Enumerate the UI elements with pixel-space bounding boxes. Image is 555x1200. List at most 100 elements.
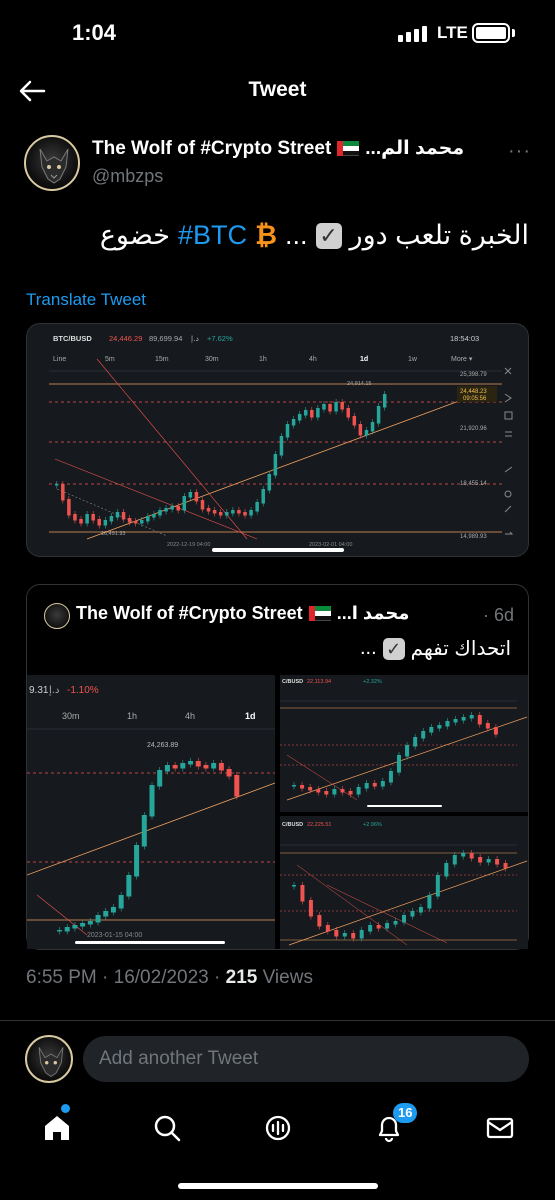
author-name: The Wolf of #Crypto Street: [92, 137, 332, 159]
price-level-2: 24,448.23: [460, 389, 487, 395]
candle: [359, 930, 364, 939]
search-icon[interactable]: [147, 1108, 187, 1148]
candle: [300, 785, 305, 789]
reply-input[interactable]: [83, 1036, 529, 1082]
more-options-icon[interactable]: ···: [508, 140, 531, 163]
candle: [218, 763, 224, 771]
candle: [55, 484, 59, 486]
candle: [188, 761, 194, 765]
tweet-text: الخبرة تلعب دور ✓ ... ₿ #BTC خضوع: [100, 220, 529, 251]
candle: [152, 514, 156, 518]
candle: [218, 512, 223, 516]
candle: [170, 506, 174, 510]
candle: [109, 516, 114, 522]
candle: [72, 925, 78, 929]
candle: [267, 474, 272, 491]
author-name-line[interactable]: The Wolf of #Crypto Street محمد الم...: [92, 137, 502, 160]
price-level-4: 18,455.14: [460, 481, 487, 487]
candle: [316, 789, 321, 793]
q1-currency: د.إ: [49, 685, 59, 696]
candle: [352, 416, 357, 426]
q1-price: 9.31: [29, 685, 49, 696]
chart-date-2: 2023-02-01 04:00: [309, 542, 352, 548]
views-label: Views: [257, 967, 313, 988]
q1-high-label: 24,263.89: [147, 742, 178, 749]
timeframe-3: 30m: [205, 356, 219, 363]
timeframe-5: 4h: [309, 356, 317, 363]
chart-volume: 89,699.94: [149, 334, 182, 343]
current-user-avatar[interactable]: [25, 1035, 73, 1083]
uae-flag-icon: [308, 606, 331, 621]
author-avatar[interactable]: [24, 135, 80, 191]
author-handle[interactable]: @mbzps: [92, 166, 163, 187]
tweet-text-end: خضوع: [99, 220, 170, 250]
quote-text-body: اتحداك تفهم: [410, 638, 511, 660]
candle: [243, 512, 247, 516]
home-notification-dot: [61, 1104, 70, 1113]
candle: [110, 907, 116, 913]
candle: [79, 519, 83, 524]
candle: [332, 789, 337, 795]
tweet-text-start: الخبرة تلعب دور: [349, 220, 529, 250]
quote-image-3[interactable]: C/BUSD 22,225.51 +2.96%: [280, 816, 528, 949]
chart-pair: BTC/BUSD: [53, 334, 92, 343]
chart-clock: 18:54:03: [450, 334, 479, 343]
candle: [418, 907, 423, 913]
quote-time: · 6d: [483, 605, 515, 625]
check-mark-icon: ✓: [382, 637, 405, 660]
quote-image-1[interactable]: 9.31 د.إ -1.10% 30m 1h 4h 1d 24,263.89 2…: [26, 675, 276, 949]
battery-tip: [512, 29, 515, 37]
translate-tweet-link[interactable]: Translate Tweet: [26, 290, 146, 310]
candle: [444, 863, 449, 877]
price-level-5: 14,989.93: [460, 534, 487, 540]
candle: [127, 518, 132, 523]
uae-flag-icon: [337, 141, 360, 156]
q3-change: +2.96%: [363, 822, 382, 828]
spaces-icon[interactable]: [258, 1108, 298, 1148]
candle: [413, 737, 418, 747]
chart-high-label: 24,914.15: [347, 381, 371, 387]
candle: [358, 424, 363, 436]
hashtag-link[interactable]: #BTC: [178, 220, 247, 251]
page-title: Tweet: [248, 78, 307, 101]
timeframe-0: Line: [53, 356, 66, 363]
candle: [134, 845, 140, 877]
candle: [348, 791, 353, 795]
candle: [279, 436, 284, 456]
countdown-label: 09:05:56: [463, 396, 487, 402]
candle: [211, 763, 217, 769]
candle: [317, 915, 322, 927]
candle: [64, 927, 70, 932]
status-bar: 1:04 LTE: [0, 0, 555, 66]
candle: [176, 506, 180, 511]
chart-currency: د.إ: [191, 334, 199, 343]
divider: [0, 1020, 555, 1021]
candle: [95, 915, 101, 923]
candle: [364, 783, 369, 789]
chart-change: +7.62%: [207, 334, 233, 343]
messages-icon[interactable]: [480, 1108, 520, 1148]
q1-tf-1d: 1d: [245, 711, 256, 721]
network-label: LTE: [437, 23, 468, 42]
home-icon[interactable]: [37, 1108, 77, 1148]
candle: [182, 496, 187, 511]
q2-pair: C/BUSD: [282, 679, 303, 685]
candle: [303, 410, 308, 416]
quote-image-2[interactable]: C/BUSD 22,113.94 +2.32%: [280, 675, 528, 812]
candle: [477, 715, 482, 725]
candle: [356, 787, 361, 795]
candle: [273, 454, 278, 476]
timeframe-4: 1h: [259, 356, 267, 363]
home-indicator: [178, 1183, 378, 1189]
timeframe-7: 1w: [408, 356, 418, 363]
candle: [255, 502, 259, 512]
tweet-chart-image[interactable]: BTC/BUSD 24,446.29 89,699.94 د.إ +7.62% …: [26, 323, 529, 557]
candle: [461, 853, 466, 857]
quote-image-grid[interactable]: 9.31 د.إ -1.10% 30m 1h 4h 1d 24,263.89 2…: [26, 675, 528, 949]
candle: [231, 510, 235, 514]
candle: [493, 727, 498, 735]
quote-author-name: The Wolf of #Crypto Street: [76, 603, 303, 623]
candle: [495, 859, 500, 865]
candle: [291, 419, 296, 426]
candle: [325, 925, 330, 932]
